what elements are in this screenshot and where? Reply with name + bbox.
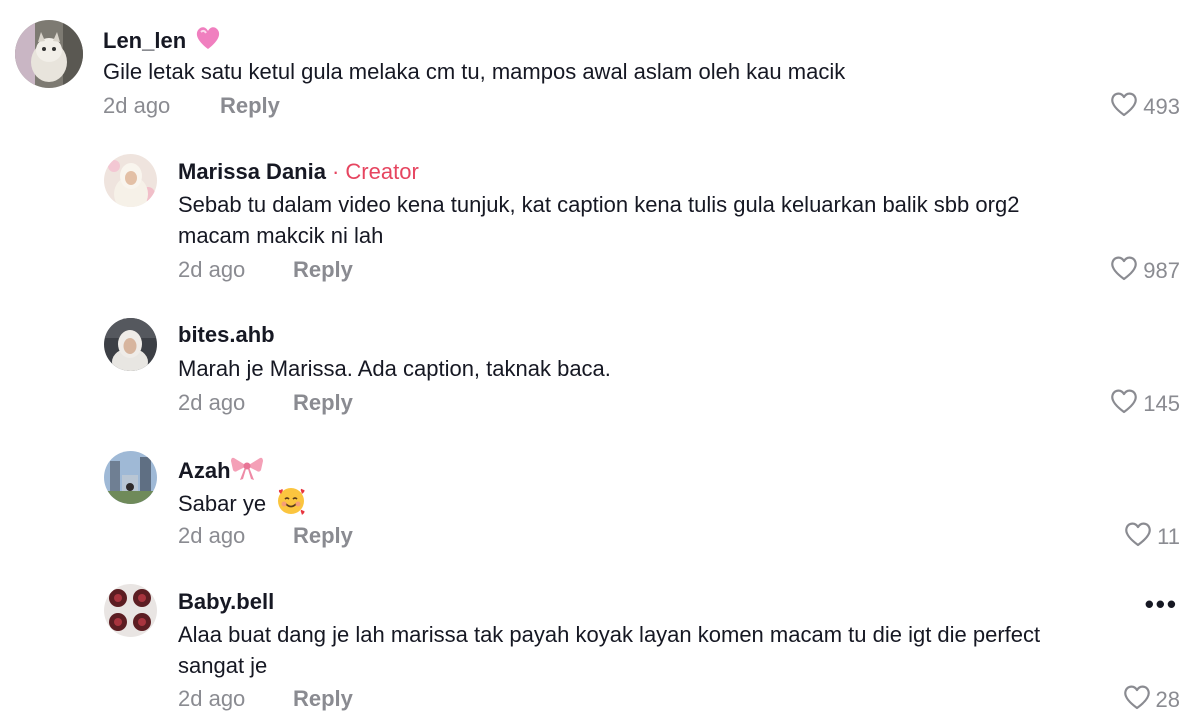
pink-heart-icon	[194, 25, 222, 57]
like-button[interactable]: 28	[1122, 683, 1180, 717]
comment-text: Sebab tu dalam video kena tunjuk, kat ca…	[178, 192, 1020, 248]
like-count: 987	[1143, 258, 1180, 283]
heart-outline-icon	[1109, 387, 1139, 421]
reply-button[interactable]: Reply	[293, 523, 353, 549]
like-count: 493	[1143, 94, 1180, 119]
timestamp: 2d ago	[103, 93, 171, 118]
creator-badge: · Creator	[331, 159, 419, 184]
avatar[interactable]	[15, 20, 83, 88]
reply-button[interactable]: Reply	[293, 257, 353, 283]
avatar[interactable]	[104, 318, 157, 371]
reply-button[interactable]: Reply	[293, 686, 353, 712]
like-count: 28	[1155, 687, 1180, 712]
reply-button[interactable]: Reply	[220, 93, 280, 119]
comment-text: Marah je Marissa. Ada caption, taknak ba…	[178, 356, 611, 381]
heart-outline-icon	[1122, 683, 1152, 717]
reply-button[interactable]: Reply	[293, 390, 353, 416]
like-button[interactable]: 11	[1123, 520, 1180, 554]
timestamp: 2d ago	[178, 686, 246, 711]
username[interactable]: Len_len	[103, 25, 222, 57]
like-button[interactable]: 987	[1109, 254, 1180, 288]
username[interactable]: Baby.bell	[178, 589, 274, 615]
timestamp: 2d ago	[178, 257, 246, 282]
avatar[interactable]	[104, 584, 157, 637]
ribbon-icon	[230, 455, 263, 487]
comment-text: Gile letak satu ketul gula melaka cm tu,…	[103, 59, 846, 84]
like-button[interactable]: 145	[1109, 387, 1180, 421]
heart-outline-icon	[1109, 254, 1139, 288]
like-count: 11	[1157, 524, 1180, 549]
heart-outline-icon	[1109, 90, 1139, 124]
timestamp: 2d ago	[178, 390, 246, 415]
avatar[interactable]	[104, 154, 157, 207]
heart-outline-icon	[1123, 520, 1153, 554]
more-options-icon[interactable]: •••	[1145, 589, 1178, 620]
username[interactable]: bites.ahb	[178, 322, 275, 348]
smiling-face-with-hearts-icon	[276, 486, 306, 524]
comment-text: Alaa buat dang je lah marissa tak payah …	[178, 622, 1041, 678]
avatar[interactable]	[104, 451, 157, 504]
timestamp: 2d ago	[178, 523, 246, 548]
username[interactable]: Marissa Dania · Creator	[178, 159, 419, 185]
like-count: 145	[1143, 391, 1180, 416]
username[interactable]: Azah	[178, 455, 263, 487]
comment-text: Sabar ye	[178, 486, 306, 524]
like-button[interactable]: 493	[1109, 90, 1180, 124]
